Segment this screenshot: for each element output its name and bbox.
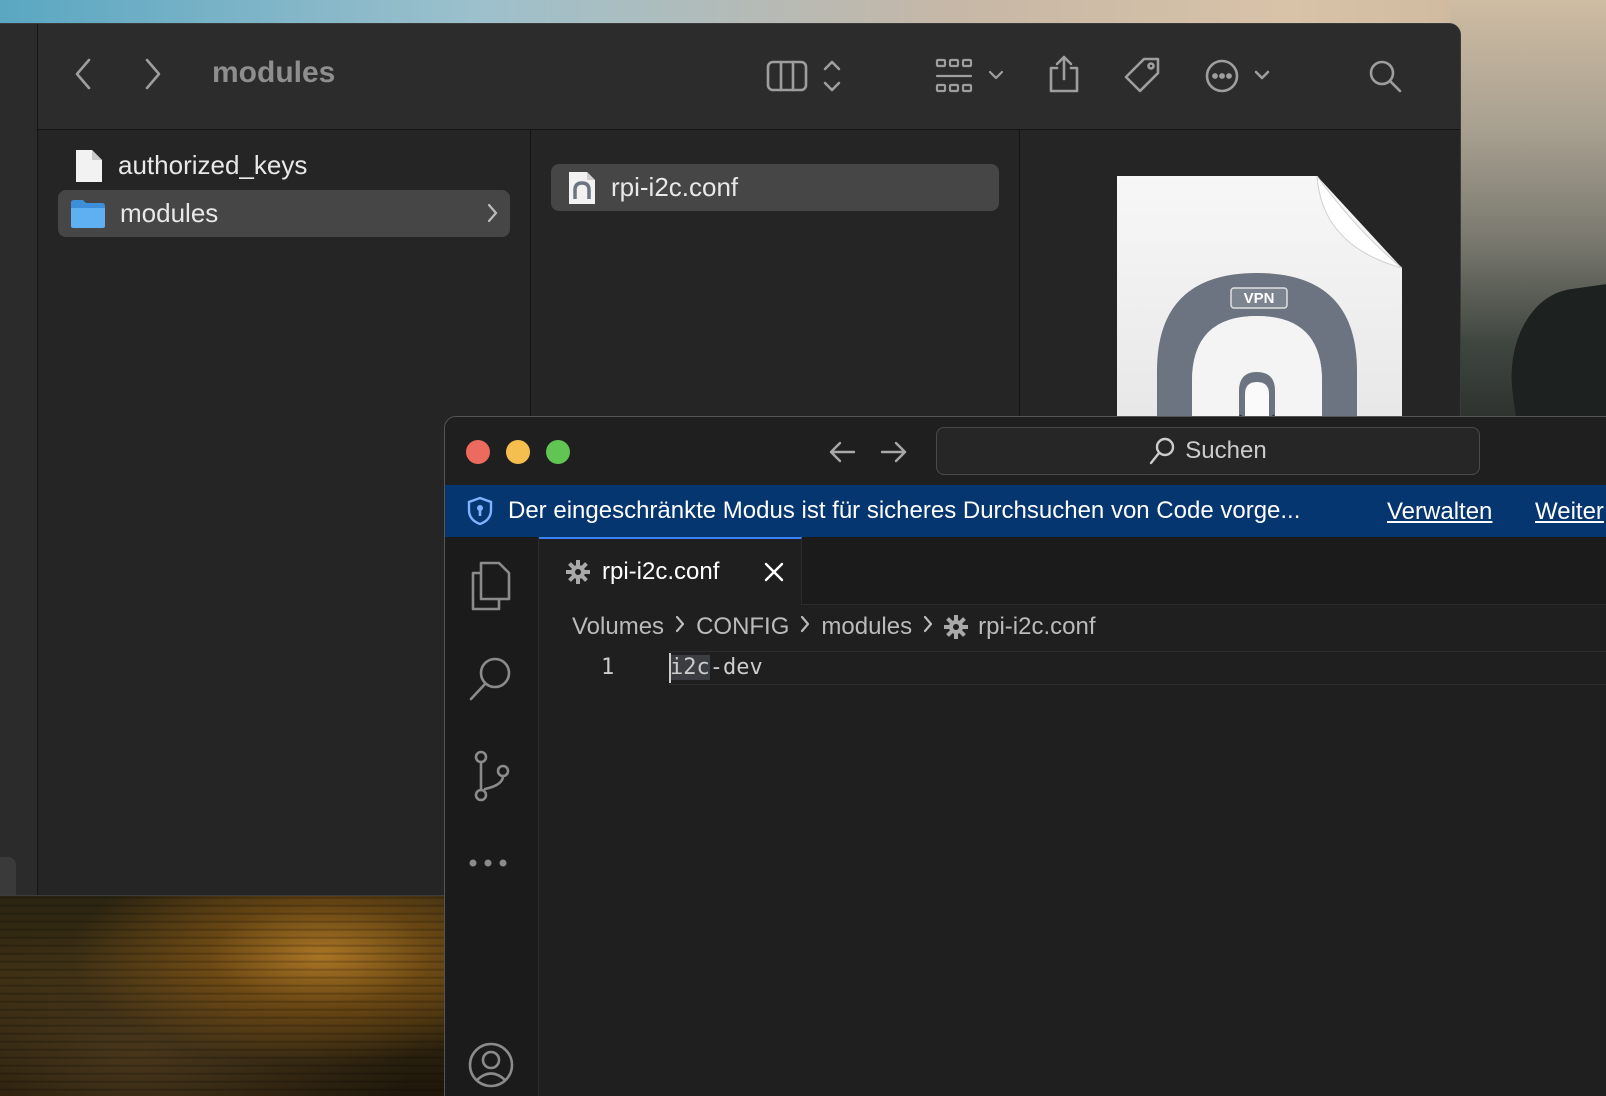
navigate-back-button[interactable] bbox=[827, 437, 857, 472]
group-grid-icon bbox=[935, 58, 1004, 93]
group-button[interactable] bbox=[935, 58, 1011, 94]
ellipsis-icon bbox=[469, 859, 507, 867]
source-control-button[interactable] bbox=[467, 749, 515, 808]
source-control-icon bbox=[474, 750, 510, 802]
file-name: authorized_keys bbox=[118, 150, 308, 180]
share-button[interactable] bbox=[1047, 54, 1081, 94]
explorer-button[interactable] bbox=[467, 559, 515, 616]
share-icon bbox=[1049, 55, 1079, 93]
vscode-window: Suchen Der eingeschränkte Modus ist für … bbox=[444, 416, 1606, 1096]
vscode-titlebar: Suchen bbox=[445, 417, 1606, 485]
chevron-right-icon bbox=[922, 613, 934, 641]
close-window-button[interactable] bbox=[466, 440, 490, 464]
navigate-forward-button[interactable] bbox=[879, 437, 909, 472]
shield-icon bbox=[466, 496, 494, 526]
more-icon bbox=[1205, 59, 1270, 93]
finder-window-title: modules bbox=[212, 56, 336, 89]
more-info-link[interactable]: Weiter bbox=[1535, 498, 1604, 526]
close-icon bbox=[764, 562, 784, 582]
column-view-icon bbox=[766, 60, 841, 92]
close-tab-button[interactable] bbox=[763, 561, 785, 590]
view-mode-button[interactable] bbox=[766, 58, 850, 94]
search-button[interactable] bbox=[1367, 58, 1403, 94]
selection-highlight: i2c bbox=[670, 655, 710, 680]
account-icon bbox=[468, 1042, 514, 1088]
gear-icon bbox=[566, 560, 590, 584]
more-actions-button[interactable] bbox=[1204, 58, 1274, 94]
search-label: Suchen bbox=[1185, 437, 1267, 464]
finder-toolbar: modules bbox=[38, 24, 1460, 130]
file-row-authorized-keys[interactable]: authorized_keys bbox=[58, 142, 510, 189]
wallpaper-water bbox=[0, 895, 460, 1096]
code-line[interactable]: i2c-dev bbox=[670, 655, 763, 680]
arrow-right-icon bbox=[880, 441, 907, 463]
current-line-highlight bbox=[669, 651, 1606, 685]
code-text: -dev bbox=[709, 655, 763, 680]
arrow-left-icon bbox=[829, 441, 856, 463]
file-row-rpi-i2c-conf[interactable]: rpi-i2c.conf bbox=[551, 164, 999, 211]
files-icon bbox=[471, 561, 511, 611]
manage-link[interactable]: Verwalten bbox=[1387, 498, 1492, 526]
editor-tab-bar: rpi-i2c.conf bbox=[539, 537, 1606, 605]
forward-icon bbox=[145, 58, 161, 90]
folder-name: modules bbox=[120, 198, 219, 228]
tab-rpi-i2c-conf[interactable]: rpi-i2c.conf bbox=[539, 537, 802, 605]
chevron-right-icon bbox=[799, 613, 811, 641]
breadcrumb-item[interactable]: CONFIG bbox=[696, 613, 789, 641]
sidebar-fragment bbox=[0, 857, 16, 895]
back-button[interactable] bbox=[71, 56, 95, 92]
zoom-window-button[interactable] bbox=[546, 440, 570, 464]
tab-label: rpi-i2c.conf bbox=[602, 558, 720, 585]
minimize-window-button[interactable] bbox=[506, 440, 530, 464]
folder-row-modules[interactable]: modules bbox=[58, 190, 510, 237]
activity-bar bbox=[445, 537, 539, 1096]
more-views-button[interactable] bbox=[467, 853, 515, 878]
forward-button[interactable] bbox=[141, 56, 165, 92]
line-number: 1 bbox=[601, 655, 615, 680]
code-editor[interactable]: 1 i2c-dev bbox=[539, 651, 1606, 1096]
breadcrumb-item[interactable]: Volumes bbox=[572, 613, 664, 641]
file-name: rpi-i2c.conf bbox=[611, 172, 739, 202]
tag-icon bbox=[1124, 57, 1160, 93]
vpn-config-icon bbox=[569, 171, 595, 204]
search-view-button[interactable] bbox=[467, 653, 515, 710]
gear-icon bbox=[944, 615, 969, 639]
vpn-document-preview-icon: VPN bbox=[1117, 176, 1402, 446]
chevron-right-icon bbox=[487, 203, 498, 223]
chevron-right-icon bbox=[674, 613, 686, 641]
document-icon bbox=[76, 149, 102, 182]
text-cursor bbox=[669, 653, 671, 683]
finder-sidebar bbox=[0, 24, 38, 895]
command-search-box[interactable]: Suchen bbox=[936, 427, 1480, 475]
breadcrumb: Volumes CONFIG modules rpi-i2c.conf bbox=[572, 613, 1095, 641]
back-icon bbox=[75, 58, 91, 90]
tag-button[interactable] bbox=[1122, 56, 1162, 94]
banner-message: Der eingeschränkte Modus ist für sichere… bbox=[508, 497, 1301, 524]
search-icon bbox=[1369, 60, 1402, 93]
folder-icon bbox=[71, 199, 105, 228]
search-icon bbox=[469, 657, 511, 701]
breadcrumb-item-current[interactable]: rpi-i2c.conf bbox=[978, 613, 1095, 641]
vpn-badge: VPN bbox=[1244, 290, 1275, 307]
breadcrumb-item[interactable]: modules bbox=[821, 613, 912, 641]
search-icon bbox=[1150, 437, 1175, 465]
restricted-mode-banner: Der eingeschränkte Modus ist für sichere… bbox=[445, 485, 1606, 537]
accounts-button[interactable] bbox=[467, 1041, 515, 1094]
